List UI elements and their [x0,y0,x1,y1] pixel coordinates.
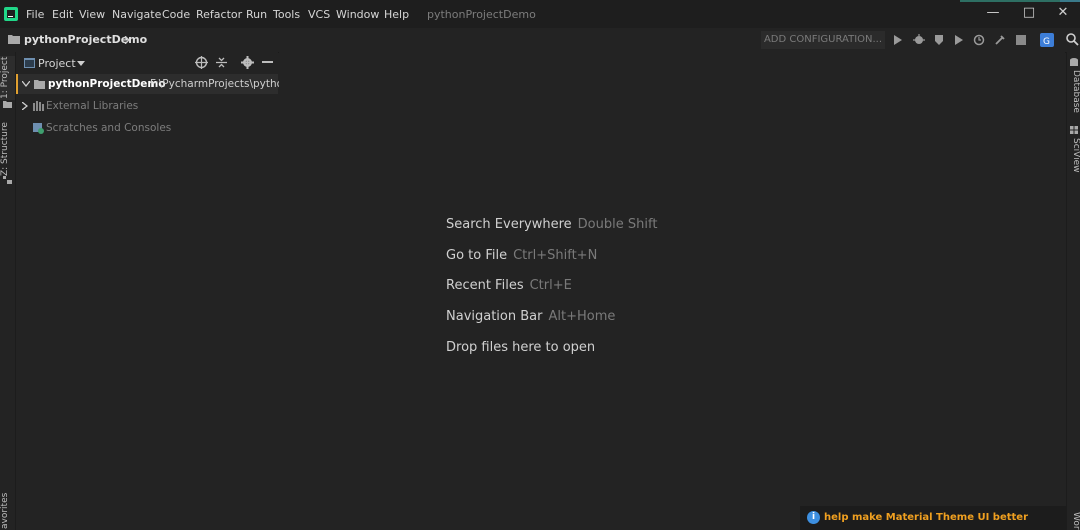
left-tool-stripe: 1: Project Z: Structure avorites [0,52,16,530]
tree-item-label: pythonProjectDemo [48,78,166,90]
build-icon[interactable] [994,34,1006,46]
chevron-down-icon[interactable] [22,81,30,87]
tip-label: Recent Files [446,278,524,293]
tip-shortcut: Alt+Home [548,309,616,324]
collapse-all-icon[interactable] [215,56,228,69]
maximize-icon[interactable]: □ [1019,5,1039,20]
project-panel-header: Project [16,52,278,74]
tip-search-everywhere: Search Everywhere Double Shift [446,217,657,232]
hide-panel-icon[interactable] [262,61,273,64]
navigation-bar: pythonProjectDemo ADD CONFIGURATION... G [0,28,1080,53]
tree-item-scratches[interactable]: Scratches and Consoles [16,118,278,138]
tree-item-label: External Libraries [46,100,139,112]
menu-view[interactable]: View [79,8,105,21]
folder-icon [34,80,45,89]
notification-text[interactable]: help make Material Theme UI better [824,512,1028,523]
debug-icon[interactable] [913,34,925,46]
svg-text:G: G [1043,37,1050,47]
tip-shortcut: Ctrl+Shift+N [513,248,598,263]
info-icon: i [807,511,820,524]
library-icon [33,101,44,111]
favorites-tool-tab[interactable]: avorites [0,492,15,530]
menu-help[interactable]: Help [384,8,409,21]
menu-window[interactable]: Window [336,8,379,21]
menu-run[interactable]: Run [246,8,267,21]
project-panel: Project pythonProjectDemo F:\PycharmProj… [16,52,296,530]
folder-icon [3,101,12,108]
attach-profiler-icon[interactable] [973,34,985,46]
close-icon[interactable]: ✕ [1053,5,1073,20]
pycharm-logo-icon [4,7,18,21]
coverage-icon[interactable] [933,34,945,46]
structure-tool-tab[interactable]: Z: Structure [0,122,15,176]
right-tool-stripe: Database SciView Wor [1066,52,1080,530]
tip-recent-files: Recent Files Ctrl+E [446,278,572,293]
window-title: pythonProjectDemo [427,8,536,21]
title-accent-bar [960,0,1060,2]
tip-go-to-file: Go to File Ctrl+Shift+N [446,248,597,263]
scratches-icon [33,123,44,134]
folder-icon [8,35,20,44]
minimize-icon[interactable]: — [983,5,1003,20]
menu-edit[interactable]: Edit [52,8,73,21]
menu-refactor[interactable]: Refactor [196,8,242,21]
chevron-right-icon[interactable] [22,102,28,110]
database-tool-tab[interactable]: Database [1067,70,1080,113]
title-bar: File Edit View Navigate Code Refactor Ru… [0,0,1080,28]
tree-item-path: F:\PycharmProjects\pythonP [150,78,297,90]
tip-shortcut: Ctrl+E [529,278,572,293]
gear-icon[interactable] [241,56,254,69]
project-view-icon [24,58,35,68]
project-view-selector[interactable]: Project [38,57,76,70]
menu-tools[interactable]: Tools [273,8,300,21]
menu-code[interactable]: Code [162,8,190,21]
tip-label: Navigation Bar [446,309,543,324]
search-icon[interactable] [1066,33,1079,46]
sciview-icon [1070,126,1078,134]
chevron-right-icon [124,36,130,44]
menu-vcs[interactable]: VCS [308,8,330,21]
run-icon[interactable] [893,35,903,45]
title-accent-bar-2 [1060,0,1080,2]
tree-item-external-libraries[interactable]: External Libraries [16,96,278,116]
tree-item-project-root[interactable]: pythonProjectDemo F:\PycharmProjects\pyt… [16,74,296,94]
profile-run-icon[interactable] [954,35,964,45]
menu-navigate[interactable]: Navigate [112,8,161,21]
tip-navigation-bar: Navigation Bar Alt+Home [446,309,615,324]
tip-label: Drop files here to open [446,340,596,355]
notification-balloon[interactable]: i help make Material Theme UI better [800,506,1066,530]
tip-label: Search Everywhere [446,217,572,232]
tip-label: Go to File [446,248,508,263]
sciview-tool-tab[interactable]: SciView [1067,138,1080,173]
translate-icon[interactable]: G [1040,33,1054,47]
structure-icon [3,176,12,184]
tree-item-label: Scratches and Consoles [46,122,172,134]
project-tool-tab[interactable]: 1: Project [0,56,15,100]
editor-area[interactable]: Search Everywhere Double Shift Go to File… [279,52,1065,530]
database-icon [1070,58,1078,66]
tip-shortcut: Double Shift [577,217,658,232]
locate-file-icon[interactable] [195,56,208,69]
bottom-tool-tab[interactable]: Wor [1067,512,1080,530]
tip-drop-files: Drop files here to open [446,340,595,355]
dropdown-arrow-icon[interactable] [77,61,85,66]
menu-file[interactable]: File [26,8,44,21]
add-configuration-button[interactable]: ADD CONFIGURATION... [761,31,885,49]
stop-icon[interactable] [1016,35,1026,45]
